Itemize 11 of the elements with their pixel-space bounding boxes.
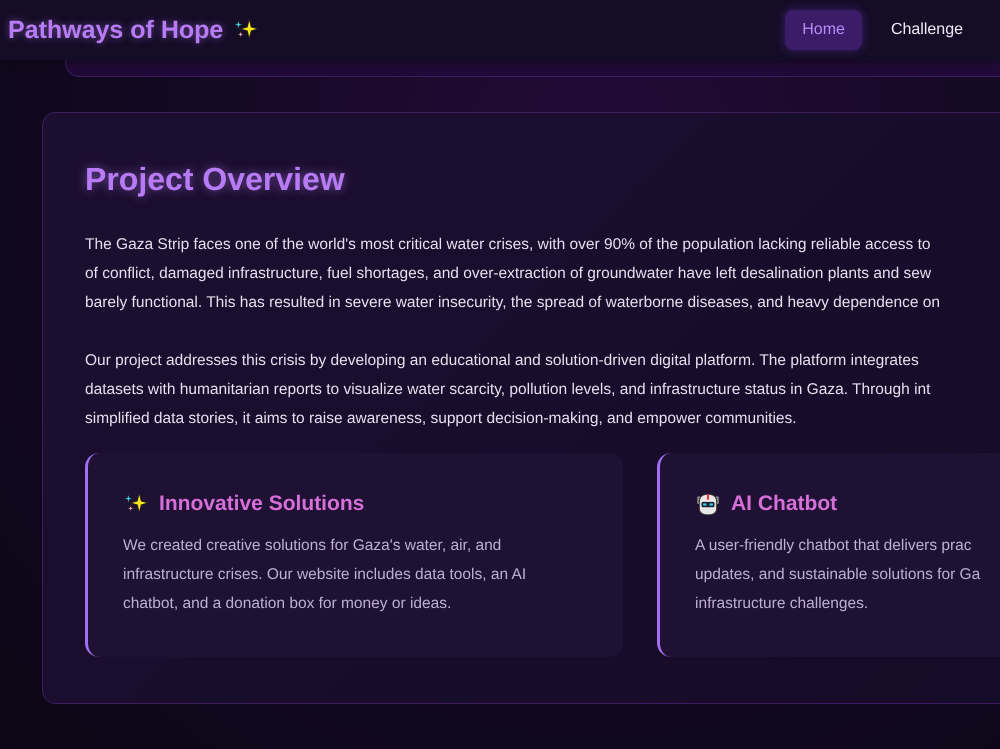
nav-link[interactable]: Home [785, 10, 862, 50]
paragraph: The Gaza Strip faces one of the world's most critical water crises, with over 90% of the population lacking reliable access to of conflict, damaged infrastructure, fuel shortages, and over-extraction of groundwater have left desalination plants and sew barely functional. This has resulted in severe water insecurity, the spread of waterborne diseases, and heavy dependence on [85, 235, 942, 313]
feature-description: A user-friendly chatbot that delivers prac updates, and sustainable solutions for Ga infrastructure challenges. [695, 536, 982, 614]
nav-link[interactable]: Challenge [874, 10, 980, 50]
feature-description: We created creative solutions for Gaza's water, air, and infrastructure crises. Our website includes data tools, an AI chatbot, and a donation box for money or ideas. [123, 536, 528, 614]
paragraph: Our project addresses this crisis by developing an educational and solution-driven digital platform. The platform integrates datasets with humanitarian reports to visualize water scarcity, pollution levels, and infrastructure status in Gaza. Through int simplified data stories, it aims to raise awareness, support decision-making, and empower communities. [85, 351, 932, 429]
feature-title: Innovative Solutions [159, 492, 364, 516]
feature-title: AI Chatbot [731, 492, 838, 516]
site-title: Pathways of Hope [8, 16, 224, 44]
section-heading: Project Overview [85, 161, 346, 198]
robot-icon [695, 491, 721, 517]
